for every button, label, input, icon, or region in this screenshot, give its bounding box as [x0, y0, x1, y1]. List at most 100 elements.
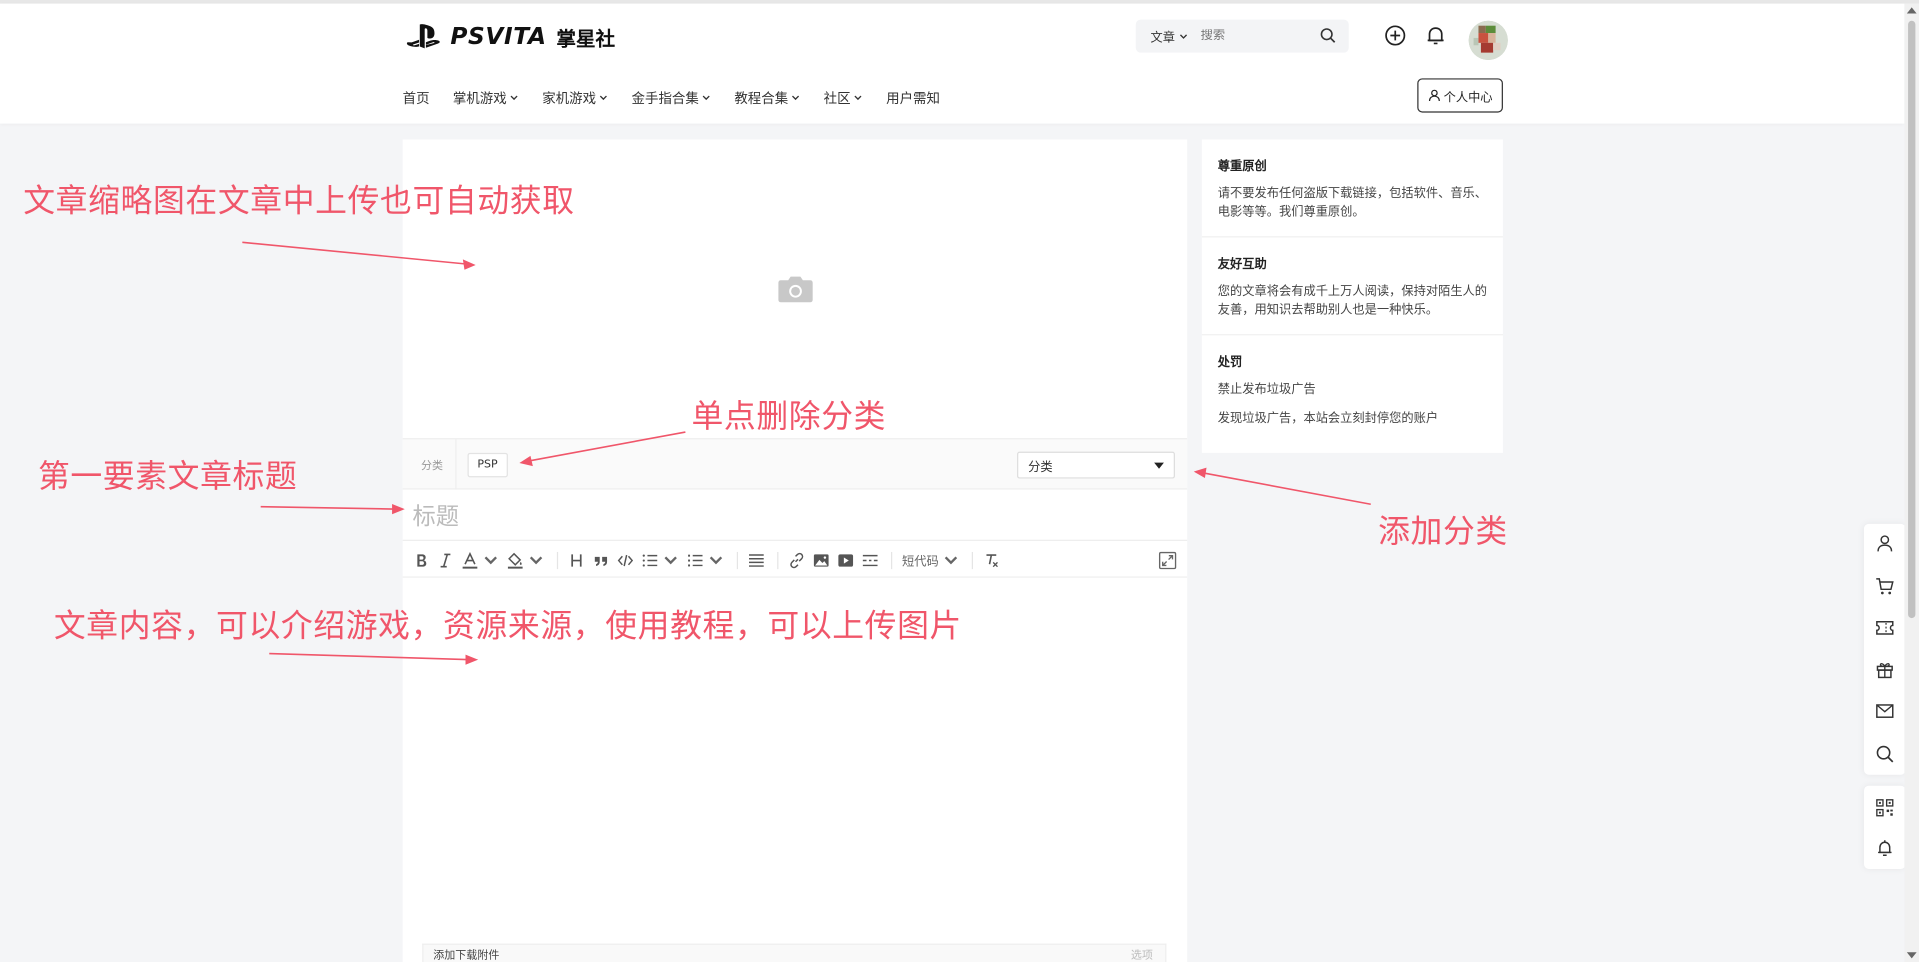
caret-down-icon	[1154, 462, 1164, 469]
arrow-head	[1193, 467, 1207, 478]
logo-chinese-text: 掌星社	[556, 26, 616, 51]
floating-toolbar-secondary	[1863, 785, 1906, 869]
title-row	[402, 492, 1188, 541]
annotation-content: 文章内容，可以介绍游戏，资源来源，使用教程，可以上传图片	[53, 608, 963, 645]
nav-item-tutorials[interactable]: 教程合集	[734, 88, 800, 108]
toolbar-divider	[556, 551, 559, 569]
logo-text: PSVITA	[450, 23, 547, 51]
search-type-label: 文章	[1150, 31, 1175, 46]
post-editor: 分类 PSP 分类 标题 短代码 添加下载附件 选项	[402, 139, 1188, 962]
align-button[interactable]	[748, 549, 765, 571]
scroll-down-arrow-icon[interactable]	[1906, 952, 1917, 959]
search-type-select[interactable]: 文章	[1136, 27, 1189, 45]
mail-send-icon[interactable]	[1875, 701, 1895, 721]
attachment-bar[interactable]: 添加下载附件 选项	[422, 943, 1167, 962]
user-center-label: 个人中心	[1443, 91, 1493, 105]
nav-item-label: 社区	[823, 90, 851, 107]
link-button[interactable]	[788, 549, 805, 571]
nav-item-cheats[interactable]: 金手指合集	[632, 88, 712, 108]
paint-bucket-icon	[507, 552, 523, 569]
short-code-button[interactable]: 短代码	[902, 549, 960, 571]
annotation-delete-category: 单点删除分类	[691, 398, 887, 436]
avatar-image	[1468, 20, 1508, 60]
main-nav: 首页 掌机游戏 家机游戏 金手指合集 教程合集 社区 用户需知	[403, 88, 964, 108]
scroll-up-arrow-icon[interactable]	[1906, 7, 1917, 14]
chevron-down-icon	[510, 95, 518, 101]
nav-item-home[interactable]: 首页	[403, 88, 430, 108]
scrollbar-thumb[interactable]	[1908, 20, 1916, 619]
notification-bell-icon[interactable]	[1875, 838, 1895, 858]
chevron-down-icon	[599, 95, 607, 101]
user-center-button[interactable]: 个人中心	[1417, 78, 1503, 113]
search-input[interactable]	[1200, 29, 1304, 43]
toolbar-divider	[736, 551, 739, 569]
chevron-down-icon	[1179, 33, 1188, 39]
search-icon[interactable]	[1319, 27, 1336, 44]
user-icon[interactable]	[1875, 534, 1895, 554]
italic-icon	[440, 553, 451, 567]
horizontal-rule-icon	[862, 554, 878, 566]
guideline-text: 请不要发布任何盗版下载链接，包括软件、音乐、电影等等。我们尊重原创。	[1217, 187, 1488, 220]
bell-icon[interactable]	[1425, 24, 1447, 46]
clear-format-icon	[986, 553, 998, 567]
category-tag[interactable]: PSP	[467, 452, 508, 478]
search-icon[interactable]	[1875, 744, 1895, 764]
align-justify-icon	[749, 553, 764, 567]
site-logo[interactable]: PSVITA 掌星社	[406, 21, 615, 53]
chevron-down-icon	[529, 555, 543, 564]
qr-code-icon[interactable]	[1875, 798, 1895, 818]
category-tag-label: PSP	[477, 458, 498, 472]
clear-format-button[interactable]	[983, 549, 1000, 571]
font-color-button[interactable]	[461, 549, 499, 571]
nav-item-console-games[interactable]: 家机游戏	[542, 88, 608, 108]
page-scrollbar[interactable]	[1904, 3, 1919, 962]
ordered-list-button[interactable]	[641, 549, 679, 571]
editor-toolbar: 短代码	[402, 543, 1188, 578]
title-input[interactable]	[412, 500, 1172, 533]
category-select[interactable]: 分类	[1017, 451, 1175, 479]
toolbar-divider	[777, 551, 779, 569]
annotation-cover: 文章缩略图在文章中上传也可自动获取	[23, 183, 575, 221]
chevron-down-icon	[944, 555, 958, 564]
playstation-logo-icon	[406, 24, 440, 49]
bullet-list-button[interactable]	[687, 549, 725, 571]
image-button[interactable]	[813, 549, 830, 571]
guideline-text: 您的文章将会有成千上万人阅读，保持对陌生人的友善，用知识去帮助别人也是一种快乐。	[1217, 285, 1488, 317]
ticket-icon[interactable]	[1875, 618, 1895, 638]
add-circle-icon[interactable]	[1384, 24, 1406, 46]
video-button[interactable]	[837, 549, 854, 571]
guideline-title: 处罚	[1217, 356, 1243, 370]
nav-item-label: 教程合集	[734, 90, 789, 107]
divider-button[interactable]	[862, 549, 879, 571]
code-button[interactable]	[617, 549, 634, 571]
category-select-value: 分类	[1028, 460, 1053, 475]
nav-item-label: 家机游戏	[542, 90, 597, 107]
nav-item-user-notice[interactable]: 用户需知	[886, 88, 940, 108]
guideline-block: 处罚 禁止发布垃圾广告 发现垃圾广告，本站会立刻封停您的账户	[1202, 335, 1503, 443]
arrow-head	[392, 504, 405, 515]
arrow-line	[260, 505, 400, 510]
fullscreen-icon[interactable]	[1158, 551, 1178, 571]
guideline-text: 发现垃圾广告，本站会立刻封停您的账户	[1217, 412, 1439, 426]
background-color-button[interactable]	[507, 549, 545, 571]
annotation-title: 第一要素文章标题	[37, 458, 298, 496]
italic-button[interactable]	[437, 549, 454, 571]
cart-icon[interactable]	[1875, 576, 1895, 596]
quote-button[interactable]	[592, 549, 609, 571]
category-divider	[455, 439, 457, 490]
nav-item-handheld-games[interactable]: 掌机游戏	[453, 88, 519, 108]
gift-icon[interactable]	[1875, 660, 1895, 680]
chevron-down-icon	[664, 555, 677, 564]
nav-item-community[interactable]: 社区	[824, 88, 863, 108]
heading-icon	[571, 553, 582, 567]
bold-icon	[417, 553, 427, 567]
chevron-down-icon	[702, 95, 710, 101]
user-avatar[interactable]	[1468, 20, 1508, 60]
heading-button[interactable]	[568, 549, 585, 571]
bold-button[interactable]	[412, 549, 429, 571]
bullet-list-icon	[688, 554, 703, 566]
video-icon	[838, 553, 854, 567]
user-icon	[1428, 89, 1440, 102]
arrow-line	[1200, 471, 1371, 506]
nav-item-label: 金手指合集	[631, 90, 699, 107]
